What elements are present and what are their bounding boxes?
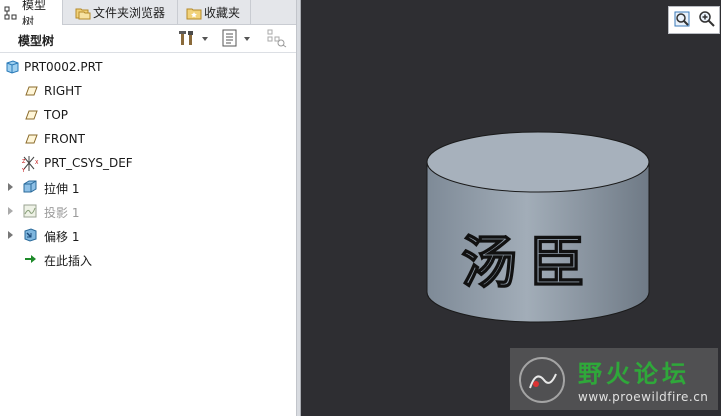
tree-item-offset[interactable]: 偏移 1 [0, 223, 298, 247]
projection-icon [22, 203, 38, 219]
tree-item-projection[interactable]: 投影 1 [0, 199, 298, 223]
watermark-url: www.proewildfire.cn [578, 390, 709, 404]
tree-item-extrude[interactable]: 拉伸 1 [0, 175, 298, 199]
zoom-in-button[interactable] [697, 10, 717, 30]
chevron-down-icon [202, 37, 208, 41]
tab-label: 文件夹浏览器 [93, 6, 166, 20]
svg-text:Y: Y [22, 168, 26, 173]
tree-item-label: 投影 1 [44, 206, 80, 220]
tree-item-label: 在此插入 [44, 254, 93, 268]
tree-item-label: RIGHT [44, 84, 82, 98]
tab-folder-browser[interactable]: 文件夹浏览器 [71, 0, 178, 25]
tools-icon [178, 29, 196, 50]
tree-item-front[interactable]: FRONT [0, 127, 298, 151]
tab-label: 收藏夹 [204, 6, 241, 20]
tree-root[interactable]: PRT0002.PRT [0, 55, 298, 79]
flame-logo-icon [516, 354, 568, 406]
forum-watermark: 野火论坛 www.proewildfire.cn [510, 348, 718, 410]
filter-button[interactable] [266, 29, 288, 49]
model-tree: PRT0002.PRT RIGHT TOP FRONT Z X Y PRT_CSYS… [0, 55, 298, 271]
svg-text:Z: Z [22, 159, 26, 165]
refit-icon [673, 10, 691, 31]
show-dropdown-button[interactable] [222, 29, 250, 49]
tree-item-label: 拉伸 1 [44, 182, 80, 196]
zoom-in-icon [698, 10, 716, 31]
extrude-icon [22, 179, 38, 195]
engraved-text: 汤臣 [460, 230, 597, 297]
csys-icon: Z X Y [21, 155, 39, 174]
filter-tree-icon [266, 28, 288, 51]
expand-arrow-icon[interactable] [8, 231, 13, 239]
datum-plane-icon [22, 83, 38, 99]
watermark-title: 野火论坛 [578, 360, 690, 388]
tree-item-right[interactable]: RIGHT [0, 79, 298, 103]
insert-here-arrow-icon [22, 251, 38, 267]
tab-favorites[interactable]: 收藏夹 [182, 0, 251, 25]
datum-plane-icon [22, 107, 38, 123]
tree-item-csys[interactable]: Z X Y PRT_CSYS_DEF [0, 151, 298, 175]
part-icon [4, 59, 20, 75]
tree-item-label: TOP [44, 108, 69, 122]
tree-item-label: 偏移 1 [44, 230, 80, 244]
datum-plane-icon [22, 131, 38, 147]
tree-root-label: PRT0002.PRT [24, 60, 103, 74]
viewport-toolbar [668, 6, 720, 34]
expand-arrow-icon[interactable] [8, 207, 13, 215]
model-tree-toolbar: 模型树 [0, 25, 298, 53]
model-tree-panel: 模型树 文件夹浏览器 收藏夹 模型树 PRT0002.PRT RIGHT TOP… [0, 0, 298, 416]
refit-button[interactable] [672, 10, 692, 30]
folder-browser-icon [75, 6, 91, 20]
svg-text:X: X [35, 160, 39, 166]
chevron-down-icon [244, 37, 250, 41]
navigator-tab-strip: 模型树 文件夹浏览器 收藏夹 [0, 0, 298, 29]
list-view-icon [222, 29, 238, 50]
settings-dropdown-button[interactable] [178, 29, 208, 49]
offset-icon [22, 227, 38, 243]
tree-item-label: FRONT [44, 132, 85, 146]
tree-item-top[interactable]: TOP [0, 103, 298, 127]
tab-model-tree[interactable]: 模型树 [0, 0, 63, 29]
tree-item-label: PRT_CSYS_DEF [44, 156, 133, 170]
tree-icon [4, 6, 18, 20]
favorites-icon [186, 6, 202, 20]
tree-item-insert-here[interactable]: 在此插入 [0, 247, 298, 271]
model-tree-title: 模型树 [18, 34, 55, 48]
expand-arrow-icon[interactable] [8, 183, 13, 191]
